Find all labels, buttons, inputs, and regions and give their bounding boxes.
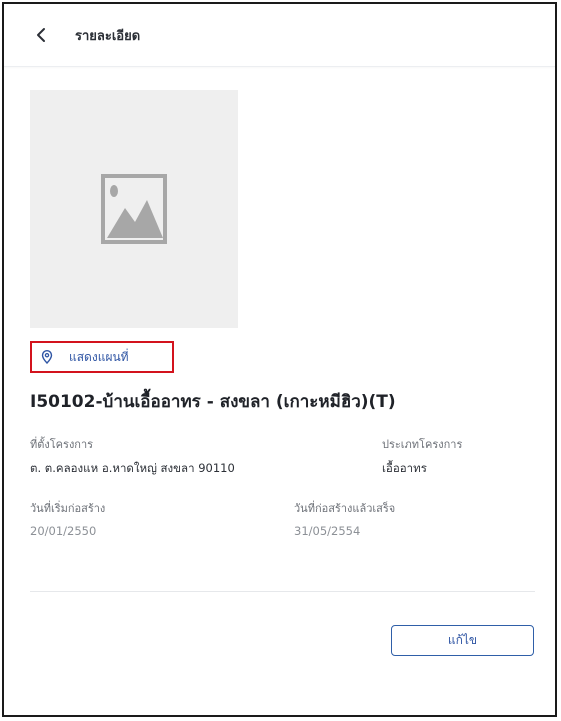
project-title: I50102-บ้านเอื้ออาทร - สงขลา (เกาะหมีฮิว… xyxy=(30,392,396,412)
image-placeholder-icon xyxy=(101,174,167,244)
show-map-label: แสดงแผนที่ xyxy=(69,349,129,364)
project-type-value: เอื้ออาทร xyxy=(382,461,427,475)
start-date-label: วันที่เริ่มก่อสร้าง xyxy=(30,502,106,515)
show-map-link[interactable]: แสดงแผนที่ xyxy=(30,341,174,373)
edit-button[interactable]: แก้ไข xyxy=(391,625,534,656)
divider xyxy=(30,591,535,592)
finish-date-value: 31/05/2554 xyxy=(294,524,361,538)
project-image xyxy=(30,90,238,328)
location-value: ต. ต.คลองแห อ.หาดใหญ่ สงขลา 90110 xyxy=(30,461,235,475)
detail-panel: รายละเอียด แสดงแผนที่ I50102-บ้านเอื้ออา… xyxy=(2,2,557,717)
start-date-value: 20/01/2550 xyxy=(30,524,97,538)
chevron-left-icon xyxy=(36,27,46,43)
page-header: รายละเอียด xyxy=(4,4,555,67)
location-pin-icon xyxy=(41,350,53,364)
page-title: รายละเอียด xyxy=(75,29,141,44)
location-label: ที่ตั้งโครงการ xyxy=(30,438,94,451)
back-button[interactable] xyxy=(30,24,52,46)
project-type-label: ประเภทโครงการ xyxy=(382,438,463,451)
finish-date-label: วันที่ก่อสร้างแล้วเสร็จ xyxy=(294,502,396,515)
